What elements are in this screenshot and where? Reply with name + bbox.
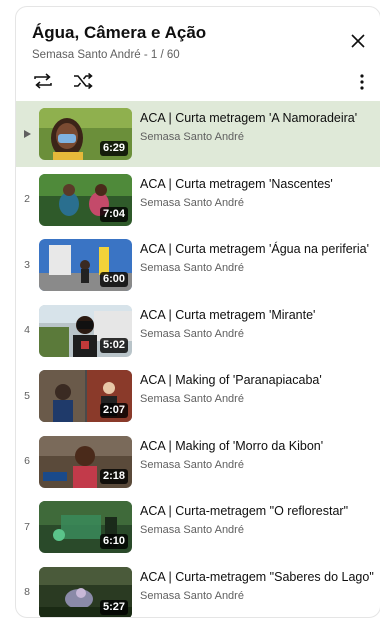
subtitle-separator: - bbox=[140, 49, 151, 61]
video-duration: 2:18 bbox=[99, 468, 128, 484]
video-title[interactable]: ACA | Curta metragem 'Água na periferia' bbox=[140, 240, 376, 258]
video-title[interactable]: ACA | Making of 'Morro da Kibon' bbox=[140, 437, 376, 455]
video-meta: ACA | Making of 'Morro da Kibon' Semasa … bbox=[140, 437, 376, 471]
playlist-title[interactable]: Água, Câmera e Ação bbox=[32, 23, 206, 43]
playlist-header: Água, Câmera e Ação Semasa Santo André -… bbox=[16, 7, 380, 99]
playlist-controls bbox=[30, 70, 96, 92]
item-index: 5 bbox=[24, 389, 30, 402]
video-title[interactable]: ACA | Curta metragem 'Nascentes' bbox=[140, 175, 376, 193]
video-thumbnail[interactable]: 6:00 bbox=[39, 239, 132, 291]
video-duration: 5:02 bbox=[99, 337, 128, 353]
shuffle-icon bbox=[74, 72, 93, 90]
video-title[interactable]: ACA | Making of 'Paranapiacaba' bbox=[140, 371, 376, 389]
video-title[interactable]: ACA | Curta metragem 'A Namoradeira' bbox=[140, 109, 376, 127]
video-thumbnail[interactable]: 5:02 bbox=[39, 304, 132, 357]
play-arrow-icon bbox=[23, 129, 31, 138]
loop-icon bbox=[34, 73, 52, 89]
video-meta: ACA | Curta-metragem "Saberes do Lago" S… bbox=[140, 568, 376, 602]
playlist-position: 1 / 60 bbox=[150, 49, 180, 61]
video-thumbnail[interactable]: 6:29 bbox=[39, 108, 132, 160]
item-index: 8 bbox=[24, 586, 30, 599]
more-options-button[interactable] bbox=[352, 71, 372, 93]
video-meta: ACA | Curta metragem 'Água na periferia'… bbox=[140, 240, 376, 274]
item-index: 3 bbox=[24, 258, 30, 271]
video-meta: ACA | Curta-metragem "O reflorestar" Sem… bbox=[140, 502, 376, 536]
playlist-item[interactable]: 5 2:07 ACA | Making of 'Paranapiacaba' S… bbox=[16, 363, 380, 429]
video-meta: ACA | Curta metragem 'Mirante' Semasa Sa… bbox=[140, 306, 376, 340]
playlist-item[interactable]: 3 6:00 ACA | Curta metragem 'Água na per… bbox=[16, 232, 380, 298]
close-button[interactable] bbox=[346, 29, 370, 53]
video-channel: Semasa Santo André bbox=[140, 131, 244, 143]
video-duration: 6:29 bbox=[99, 141, 128, 156]
item-index: 4 bbox=[24, 324, 30, 337]
video-thumbnail[interactable]: 2:18 bbox=[39, 435, 132, 488]
more-vert-icon bbox=[360, 74, 364, 90]
video-title[interactable]: ACA | Curta-metragem "O reflorestar" bbox=[140, 502, 376, 520]
video-channel: Semasa Santo André bbox=[140, 262, 244, 274]
video-channel: Semasa Santo André bbox=[140, 524, 244, 536]
video-thumbnail[interactable]: 2:07 bbox=[39, 370, 132, 422]
playlist-item[interactable]: 8 5:27 ACA | Curta-metragem "Saberes do … bbox=[16, 560, 380, 617]
item-index: 2 bbox=[24, 193, 30, 206]
playlist-panel: Água, Câmera e Ação Semasa Santo André -… bbox=[15, 6, 380, 618]
video-channel: Semasa Santo André bbox=[140, 327, 244, 340]
item-index: 6 bbox=[24, 455, 30, 468]
video-meta: ACA | Curta metragem 'Nascentes' Semasa … bbox=[140, 175, 376, 209]
playlist-item[interactable]: 7 6:10 ACA | Curta-metragem "O reflorest… bbox=[16, 494, 380, 560]
playlist-item[interactable]: 4 5:02 ACA | Curta metragem 'Mirante' Se… bbox=[16, 298, 380, 364]
video-duration: 6:00 bbox=[99, 272, 128, 287]
video-title[interactable]: ACA | Curta metragem 'Mirante' bbox=[140, 306, 376, 324]
loop-button[interactable] bbox=[30, 70, 56, 92]
playlist-subtitle: Semasa Santo André - 1 / 60 bbox=[32, 49, 180, 61]
video-thumbnail[interactable]: 6:10 bbox=[39, 501, 132, 553]
close-icon bbox=[351, 34, 365, 48]
item-index: 7 bbox=[24, 520, 30, 533]
video-duration: 6:10 bbox=[99, 534, 128, 549]
video-channel: Semasa Santo André bbox=[140, 589, 244, 602]
video-duration: 7:04 bbox=[99, 206, 128, 222]
video-channel: Semasa Santo André bbox=[140, 393, 244, 405]
video-thumbnail[interactable]: 7:04 bbox=[39, 173, 132, 226]
video-title[interactable]: ACA | Curta-metragem "Saberes do Lago" bbox=[140, 568, 376, 586]
video-channel: Semasa Santo André bbox=[140, 458, 244, 471]
video-duration: 2:07 bbox=[99, 403, 128, 418]
shuffle-button[interactable] bbox=[70, 70, 96, 92]
video-meta: ACA | Making of 'Paranapiacaba' Semasa S… bbox=[140, 371, 376, 405]
video-channel: Semasa Santo André bbox=[140, 196, 244, 209]
playlist-item[interactable]: 2 7:04 ACA | Curta metragem 'Nascentes' … bbox=[16, 167, 380, 233]
video-meta: ACA | Curta metragem 'A Namoradeira' Sem… bbox=[140, 109, 376, 143]
playlist-channel[interactable]: Semasa Santo André bbox=[32, 49, 141, 61]
playlist-item[interactable]: 6:29 ACA | Curta metragem 'A Namoradeira… bbox=[16, 101, 380, 167]
playlist-item[interactable]: 6 2:18 ACA | Making of 'Morro da Kibon' … bbox=[16, 429, 380, 495]
video-thumbnail[interactable]: 5:27 bbox=[39, 566, 132, 617]
playlist-items: 6:29 ACA | Curta metragem 'A Namoradeira… bbox=[16, 101, 380, 617]
video-duration: 5:27 bbox=[99, 599, 128, 615]
item-index bbox=[16, 101, 38, 167]
